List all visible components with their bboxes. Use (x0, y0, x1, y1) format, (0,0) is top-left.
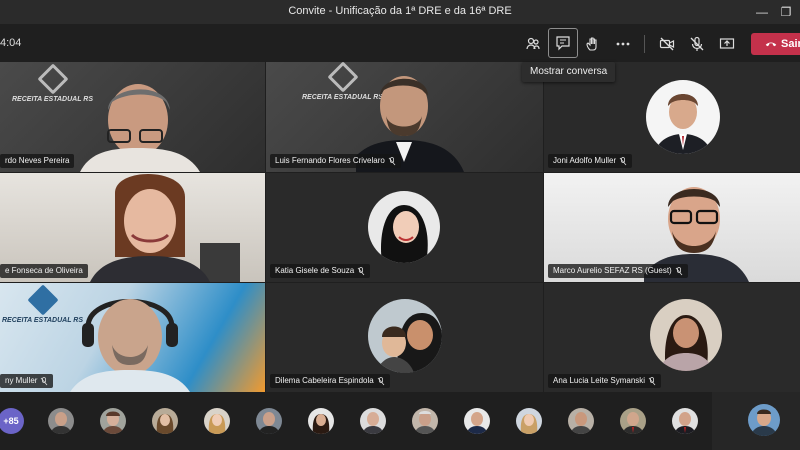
chat-tooltip: Mostrar conversa (522, 62, 616, 82)
leave-button[interactable]: Sair (751, 33, 800, 55)
mic-off-icon (675, 266, 683, 275)
leave-label: Sair (781, 38, 800, 50)
mic-off-icon (41, 376, 48, 385)
mic-off-icon (690, 36, 704, 51)
participant-thumbnail[interactable] (256, 408, 282, 434)
participant-video (80, 84, 200, 172)
window-title: Convite - Unificação da 1ª DRE e da 16ª … (288, 5, 512, 17)
video-grid: RECEITA ESTADUAL RS rdo Neves Pereira RE… (0, 62, 800, 392)
participant-thumbnail[interactable] (672, 408, 698, 434)
raise-hand-button[interactable] (580, 31, 606, 57)
participant-tile[interactable]: Marco Aurelio SEFAZ RS (Guest) (544, 173, 800, 282)
participant-video (70, 299, 190, 392)
participant-avatar (650, 299, 722, 371)
participant-thumbnail[interactable] (100, 408, 126, 434)
self-avatar (748, 404, 780, 436)
mic-toggle-button[interactable] (684, 31, 710, 57)
participant-avatar (646, 80, 720, 154)
participant-strip: +85 (0, 392, 800, 450)
participant-thumbnail[interactable] (568, 408, 594, 434)
participant-thumbnail[interactable] (464, 408, 490, 434)
participant-name: Katia Gisele de Souza (270, 264, 371, 278)
participant-thumbnail[interactable] (516, 408, 542, 434)
mic-off-icon (377, 376, 385, 385)
people-button[interactable] (520, 31, 546, 57)
chat-button[interactable] (548, 28, 578, 58)
participant-thumbnail[interactable] (308, 408, 334, 434)
raise-hand-icon (586, 37, 597, 51)
participant-name: Ana Lucia Leite Symanski (548, 374, 662, 388)
mic-off-icon (388, 156, 396, 165)
minimize-icon[interactable]: — (752, 3, 772, 21)
mic-off-icon (648, 376, 656, 385)
share-screen-button[interactable] (714, 31, 740, 57)
participant-tile[interactable]: RECEITA ESTADUAL RS Luis Fernando Flores… (266, 62, 543, 172)
participant-thumbnail[interactable] (48, 408, 74, 434)
participant-thumbnail[interactable] (412, 408, 438, 434)
mic-off-icon (619, 156, 627, 165)
participant-name: rdo Neves Pereira (0, 154, 75, 168)
participant-thumbnail[interactable] (204, 408, 230, 434)
title-bar: Convite - Unificação da 1ª DRE e da 16ª … (0, 0, 800, 24)
maximize-icon[interactable]: ❐ (776, 3, 796, 21)
participant-avatar (368, 191, 440, 263)
more-options-icon (616, 42, 630, 46)
participant-thumbnail[interactable] (152, 408, 178, 434)
call-timer: 4:04 (0, 37, 22, 49)
participant-name: Luis Fernando Flores Crivelaro (270, 154, 401, 168)
share-screen-icon (719, 38, 735, 49)
participant-tile[interactable]: RECEITA ESTADUAL RS ny Muller (0, 283, 265, 392)
participant-name: ny Muller (0, 374, 54, 388)
participant-avatar (368, 299, 442, 373)
participant-tile[interactable]: Katia Gisele de Souza (266, 173, 543, 282)
people-icon (526, 37, 540, 50)
more-options-button[interactable] (610, 31, 636, 57)
participant-tile[interactable]: Dilema Cabeleira Espindola (266, 283, 543, 392)
mic-off-icon (357, 266, 365, 275)
participant-thumbnail[interactable] (620, 408, 646, 434)
participant-name: Marco Aurelio SEFAZ RS (Guest) (548, 264, 688, 278)
participant-tile[interactable]: RECEITA ESTADUAL RS rdo Neves Pereira (0, 62, 265, 172)
participant-name: Dilema Cabeleira Espindola (270, 374, 390, 388)
self-view[interactable] (712, 392, 800, 450)
toolbar-divider (644, 35, 645, 53)
chat-icon (556, 36, 570, 51)
camera-toggle-button[interactable] (654, 31, 680, 57)
camera-off-icon (659, 37, 675, 51)
meeting-toolbar: 4:04 Sair (0, 24, 800, 62)
participant-tile[interactable]: Ana Lucia Leite Symanski (544, 283, 800, 392)
participant-name: Joni Adolfo Muller (548, 154, 633, 168)
phone-hangup-icon (765, 42, 777, 47)
participant-thumbnail[interactable] (360, 408, 386, 434)
overflow-count-badge[interactable]: +85 (0, 408, 24, 434)
participant-tile[interactable]: e Fonseca de Oliveira (0, 173, 265, 282)
participant-name: e Fonseca de Oliveira (0, 264, 88, 278)
